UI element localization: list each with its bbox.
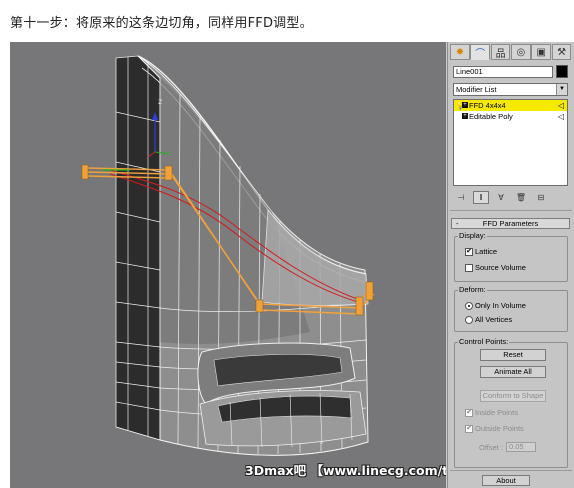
lattice-label: Lattice (475, 247, 498, 256)
outside-points-label: Outside Points (475, 424, 524, 433)
modifier-list-label: Modifier List (456, 85, 497, 94)
command-panel-tabs: ✸ ⌒ 品 ◎ ▣ ⚒ (450, 44, 572, 60)
watermark-text: 3Dmax吧 【www.linecg.com/tieba/1771】 (245, 463, 446, 478)
animate-all-button[interactable]: Animate All (480, 366, 546, 378)
offset-label: Offset : (479, 443, 504, 452)
stack-item-label: FFD 4x4x4 (469, 101, 506, 110)
object-color-swatch[interactable] (556, 65, 568, 78)
display-group-label: Display: (458, 231, 487, 240)
modifier-list-dropdown[interactable]: Modifier List ▼ (453, 83, 568, 96)
motion-icon: ◎ (516, 46, 526, 58)
expand-icon[interactable]: + (462, 102, 468, 108)
deform-group: Deform: Only In Volume All Vertices (454, 286, 568, 332)
stack-item-ffd[interactable]: 💡 + FFD 4x4x4 ◁ (454, 100, 567, 111)
divider (450, 470, 572, 471)
stack-item-label: Editable Poly (469, 112, 513, 121)
make-unique-button[interactable]: ∀ (493, 191, 509, 204)
modify-tab[interactable]: ⌒ (470, 44, 491, 60)
source-volume-option[interactable]: Source Volume (465, 263, 526, 273)
all-vertices-option[interactable]: All Vertices (465, 315, 513, 325)
source-volume-checkbox[interactable] (465, 264, 473, 272)
divider (450, 210, 572, 211)
conform-to-shape-button[interactable]: Conform to Shape (480, 390, 546, 402)
tutorial-caption: 第十一步：将原来的这条边切角，同样用FFD调型。 (10, 16, 313, 31)
perspective-viewport[interactable]: z 3Dmax吧 【www.linecg.com/tieba/1771】 (10, 42, 446, 488)
about-button[interactable]: About (482, 475, 530, 486)
only-in-volume-option[interactable]: Only In Volume (465, 301, 526, 311)
rollout-title: FFD Parameters (482, 219, 539, 228)
modify-icon: ⌒ (475, 48, 486, 60)
hierarchy-icon: 品 (495, 48, 506, 60)
model-render: z (81, 55, 375, 456)
reset-button[interactable]: Reset (480, 349, 546, 361)
pin-stack-button[interactable]: ⊣ (453, 191, 469, 204)
display-icon: ▣ (536, 46, 546, 58)
inside-points-checkbox[interactable]: ✔ (465, 409, 473, 417)
deform-group-label: Deform: (458, 285, 487, 294)
max-screenshot: z 3Dmax吧 【www.linecg.com/tieba/1771】 ✸ ⌒… (10, 42, 574, 488)
remove-modifier-icon: 🗑 (515, 192, 527, 202)
display-group: Display: ✔ Lattice Source Volume (454, 232, 568, 282)
show-end-result-button[interactable]: ‖ (473, 190, 489, 204)
all-vertices-radio[interactable] (465, 316, 473, 324)
pin-icon: ◁ (557, 101, 564, 110)
inside-points-label: Inside Points (475, 408, 518, 417)
inside-points-option[interactable]: ✔ Inside Points (465, 408, 518, 418)
pin-icon: ◁ (557, 112, 564, 121)
command-panel: ✸ ⌒ 品 ◎ ▣ ⚒ Line001 Modifier List ▼ 💡 + … (447, 42, 574, 488)
object-name-field[interactable]: Line001 (453, 66, 553, 78)
modifier-stack[interactable]: 💡 + FFD 4x4x4 ◁ + Editable Poly ◁ (453, 99, 568, 186)
only-in-volume-label: Only In Volume (475, 301, 526, 310)
svg-text:z: z (158, 97, 162, 106)
lattice-option[interactable]: ✔ Lattice (465, 247, 498, 257)
stack-toolbar: ⊣ ‖ ∀ 🗑 ⊟ (453, 190, 568, 204)
utilities-icon: ⚒ (557, 46, 567, 58)
outside-points-option[interactable]: ✔ Outside Points (465, 424, 524, 434)
only-in-volume-radio[interactable] (465, 302, 473, 310)
control-points-group-label: Control Points: (458, 337, 510, 346)
stack-item-editable-poly[interactable]: + Editable Poly ◁ (454, 111, 567, 122)
collapse-icon: - (456, 219, 459, 228)
motion-tab[interactable]: ◎ (510, 44, 531, 60)
pin-stack-icon: ⊣ (457, 192, 465, 202)
hierarchy-tab[interactable]: 品 (490, 44, 511, 60)
show-end-result-icon: ‖ (479, 192, 483, 202)
lattice-checkbox[interactable]: ✔ (465, 248, 473, 256)
create-tab[interactable]: ✸ (450, 44, 470, 60)
outside-points-checkbox[interactable]: ✔ (465, 425, 473, 433)
all-vertices-label: All Vertices (475, 315, 513, 324)
utilities-tab[interactable]: ⚒ (551, 44, 572, 60)
configure-sets-button[interactable]: ⊟ (533, 191, 549, 204)
make-unique-icon: ∀ (498, 192, 504, 202)
ffd-parameters-rollout[interactable]: - FFD Parameters (451, 218, 570, 229)
create-icon: ✸ (455, 46, 465, 58)
chevron-down-icon: ▼ (556, 84, 567, 95)
offset-spinner[interactable]: 0.05 (506, 442, 536, 452)
display-tab[interactable]: ▣ (531, 44, 552, 60)
expand-icon[interactable]: + (462, 113, 468, 119)
remove-modifier-button[interactable]: 🗑 (513, 191, 529, 204)
configure-sets-icon: ⊟ (537, 192, 545, 202)
source-volume-label: Source Volume (475, 263, 526, 272)
